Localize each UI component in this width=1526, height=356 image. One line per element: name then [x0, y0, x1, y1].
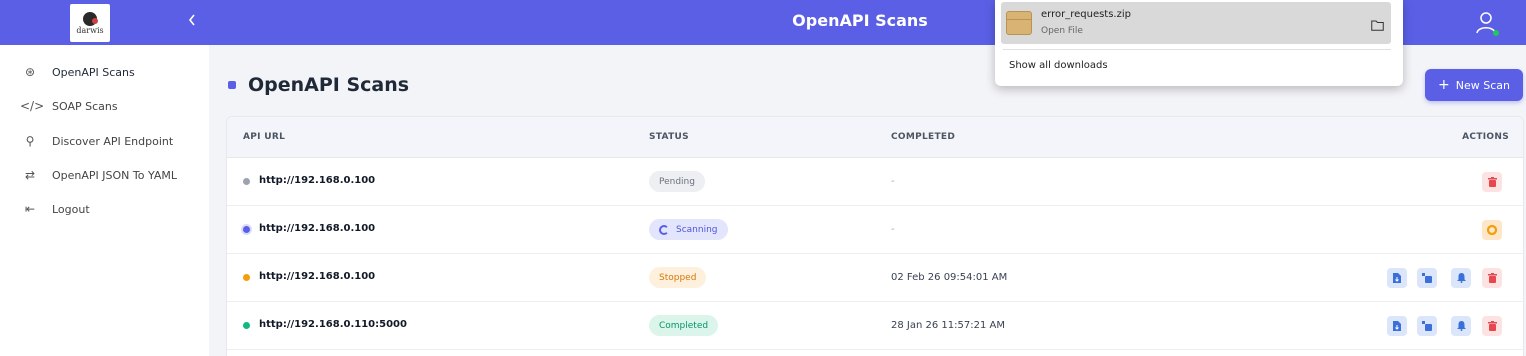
code-icon: </>	[20, 99, 45, 113]
swap-arrows-icon: ⇄	[24, 168, 36, 182]
completed-time: -	[891, 176, 895, 187]
show-all-downloads-link[interactable]: Show all downloads	[1009, 60, 1108, 71]
status-text: Scanning	[676, 224, 718, 235]
download-report-button[interactable]	[1387, 268, 1407, 288]
status-badge: Scanning	[649, 219, 728, 240]
sidebar-item-openapi-scans[interactable]: ⊛ OpenAPI Scans	[0, 58, 209, 86]
scans-table: API URL STATUS COMPLETED ACTIONS http://…	[226, 116, 1524, 356]
column-header-actions: ACTIONS	[1462, 132, 1509, 142]
folder-icon[interactable]	[1371, 16, 1384, 31]
sidebar-item-logout[interactable]: ⇤ Logout	[0, 195, 209, 223]
archive-icon	[1006, 11, 1032, 35]
lifebuoy-icon: ⊛	[24, 65, 36, 79]
delete-button[interactable]	[1482, 316, 1502, 336]
status-dot	[243, 322, 250, 329]
api-url: http://192.168.0.110:5000	[259, 319, 407, 330]
delete-button[interactable]	[1482, 268, 1502, 288]
document-stack-icon	[1422, 321, 1432, 331]
status-badge: Completed	[649, 315, 719, 336]
completed-time: -	[891, 224, 895, 235]
column-header-completed: COMPLETED	[891, 132, 956, 142]
notify-button[interactable]	[1451, 316, 1471, 336]
table-row[interactable]: http://192.168.0.100 Stopped 02 Feb 26 0…	[227, 254, 1523, 302]
trash-icon	[1487, 273, 1497, 283]
document-stack-icon	[1422, 273, 1432, 283]
download-item[interactable]: error_requests.zip Open File	[1001, 2, 1391, 44]
search-icon: ⚲	[25, 134, 35, 148]
page-title: OpenAPI Scans	[248, 74, 410, 96]
sidebar-item-label: Discover API Endpoint	[52, 134, 174, 148]
status-dot	[243, 226, 250, 233]
trash-icon	[1487, 321, 1497, 331]
download-file-name: error_requests.zip	[1041, 9, 1131, 20]
view-report-button[interactable]	[1417, 316, 1437, 336]
status-badge: Pending	[649, 171, 705, 192]
notify-button[interactable]	[1451, 268, 1471, 288]
spinner-icon	[659, 224, 669, 235]
table-header: API URL STATUS COMPLETED ACTIONS	[227, 117, 1523, 158]
delete-button[interactable]	[1482, 172, 1502, 192]
sidebar-item-label: Logout	[52, 202, 90, 216]
column-header-api-url: API URL	[243, 132, 286, 142]
status-dot	[243, 274, 250, 281]
downloads-popup: error_requests.zip Open File Show all do…	[995, 0, 1403, 86]
heading-bullet-icon	[228, 81, 236, 89]
sidebar-item-openapi-json-to-yaml[interactable]: ⇄ OpenAPI JSON To YAML	[0, 161, 209, 189]
sidebar-item-label: OpenAPI Scans	[52, 65, 135, 79]
api-url: http://192.168.0.100	[259, 175, 376, 186]
bell-icon	[1456, 321, 1466, 331]
sidebar-item-label: OpenAPI JSON To YAML	[52, 168, 177, 182]
completed-time: 02 Feb 26 09:54:01 AM	[891, 272, 1008, 283]
status-badge: Stopped	[649, 267, 707, 288]
download-open-file-label: Open File	[1041, 26, 1083, 36]
table-row[interactable]: http://192.168.0.100 Pending -	[227, 158, 1523, 206]
divider	[1003, 49, 1391, 50]
column-header-status: STATUS	[649, 132, 689, 142]
sidebar-item-label: SOAP Scans	[52, 99, 118, 113]
trash-icon	[1487, 177, 1497, 187]
bell-icon	[1456, 273, 1466, 283]
sidebar: ⊛ OpenAPI Scans </> SOAP Scans ⚲ Discove…	[0, 45, 209, 356]
new-scan-button[interactable]: + New Scan	[1425, 69, 1523, 101]
stop-scan-button[interactable]	[1482, 220, 1502, 240]
table-row[interactable]: http://192.168.0.100 Scanning -	[227, 206, 1523, 254]
api-url: http://192.168.0.100	[259, 223, 376, 234]
file-download-icon	[1393, 273, 1401, 283]
page-heading: OpenAPI Scans	[228, 74, 409, 96]
plus-icon: +	[1438, 77, 1450, 93]
sidebar-item-discover-api-endpoint[interactable]: ⚲ Discover API Endpoint	[0, 127, 209, 155]
download-report-button[interactable]	[1387, 316, 1407, 336]
completed-time: 28 Jan 26 11:57:21 AM	[891, 320, 1005, 331]
api-url: http://192.168.0.100	[259, 271, 376, 282]
stop-circle-icon	[1487, 225, 1497, 235]
logout-icon: ⇤	[24, 202, 36, 216]
new-scan-label: New Scan	[1455, 78, 1510, 92]
sidebar-item-soap-scans[interactable]: </> SOAP Scans	[0, 92, 209, 120]
status-dot	[243, 178, 250, 185]
user-icon[interactable]	[1474, 9, 1502, 37]
view-report-button[interactable]	[1417, 268, 1437, 288]
table-row[interactable]: http://192.168.0.110:5000 Completed 28 J…	[227, 302, 1523, 350]
file-download-icon	[1393, 321, 1401, 331]
